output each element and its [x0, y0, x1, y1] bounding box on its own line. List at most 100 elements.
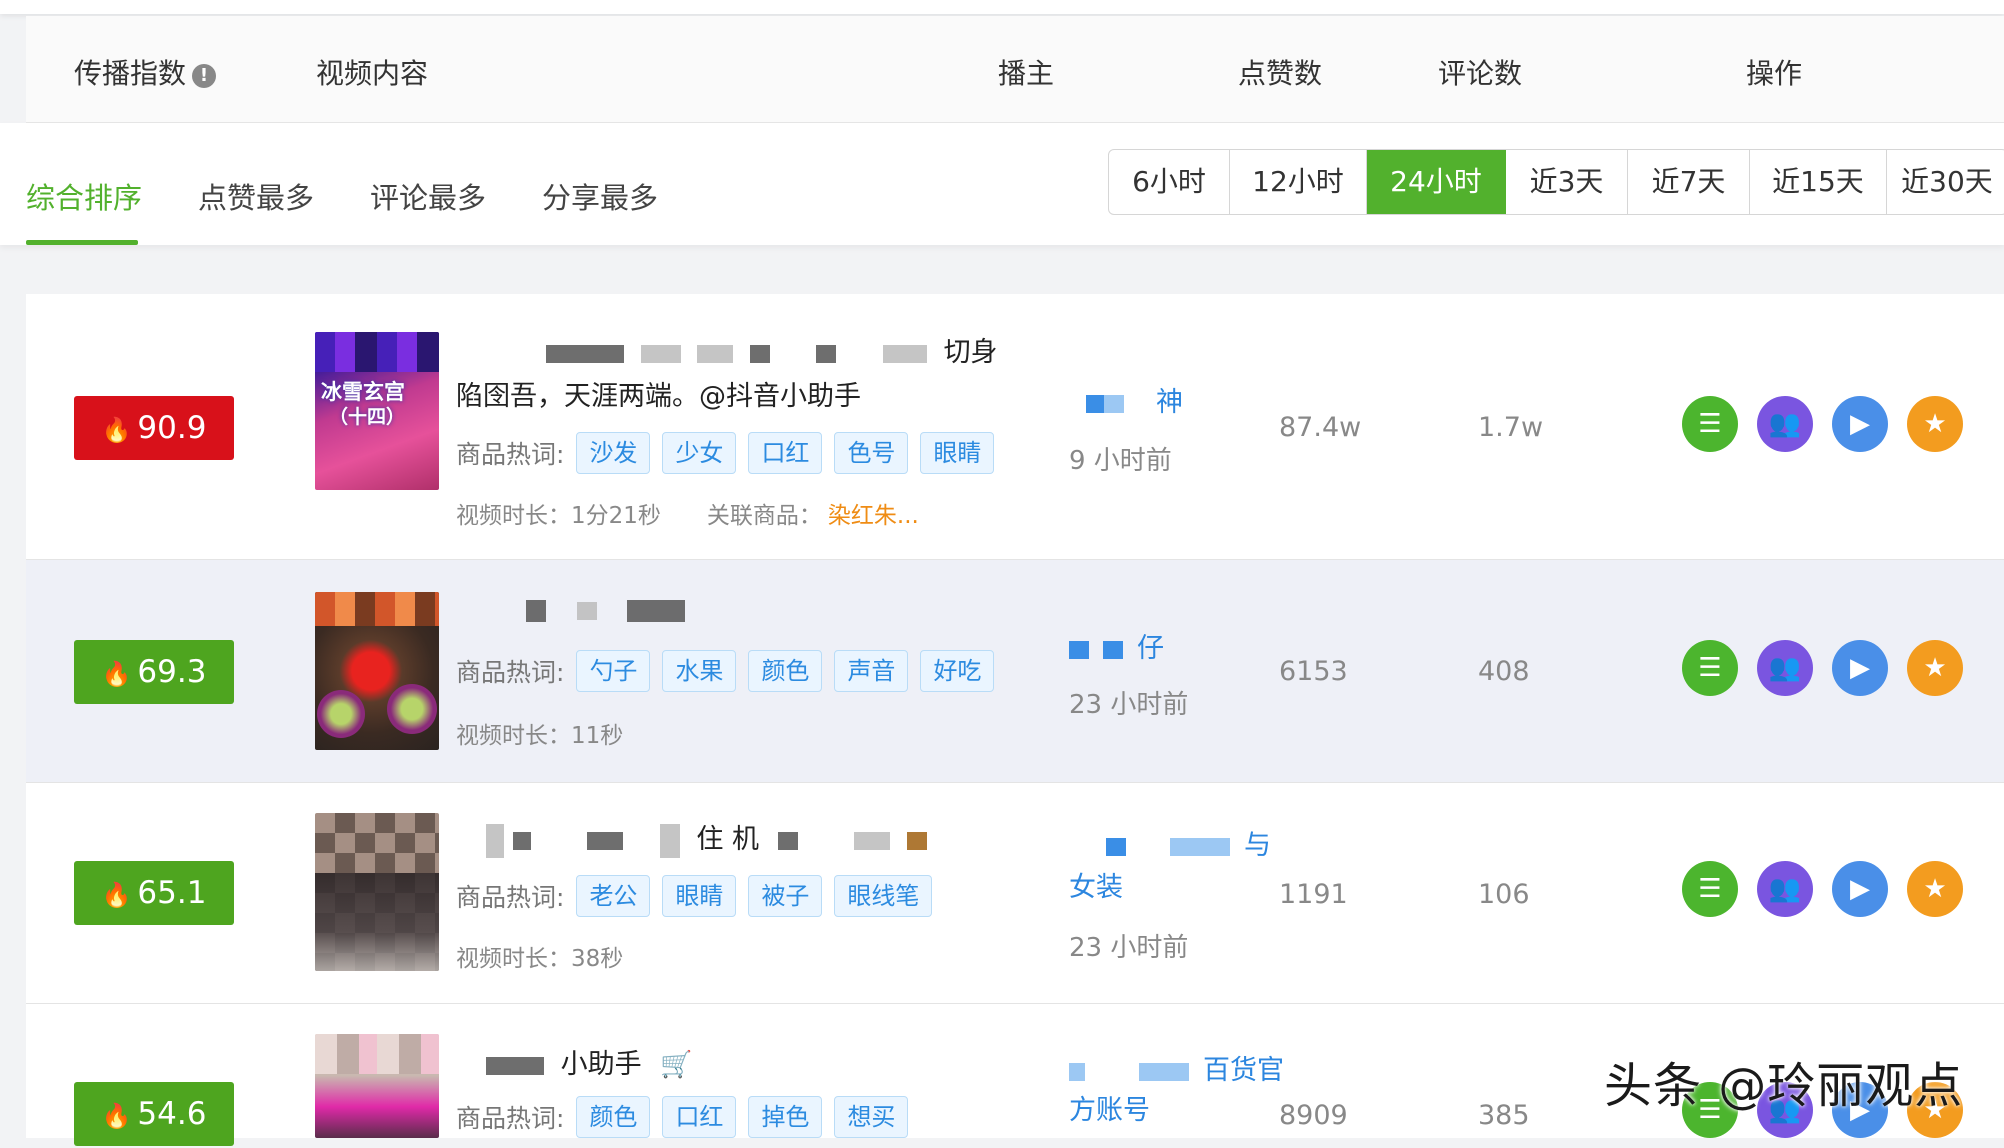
- anchor-name[interactable]: 百货官: [1069, 1048, 1284, 1087]
- post-time: 23 小时前: [1069, 690, 1189, 720]
- play-icon[interactable]: ▶: [1832, 640, 1888, 696]
- comment-count: 1.7w: [1478, 412, 1544, 443]
- users-icon[interactable]: 👥: [1757, 861, 1813, 917]
- watermark: 头条 @玲丽观点: [1604, 1058, 1964, 1114]
- tab-comprehensive[interactable]: 综合排序: [26, 175, 142, 217]
- video-thumbnail[interactable]: [315, 1034, 439, 1138]
- thumbnail-caption-sub: （十四）: [329, 406, 406, 428]
- keyword-tag[interactable]: 眼睛: [920, 432, 995, 474]
- anchor-name-line2[interactable]: 女装: [1069, 865, 1123, 904]
- video-title-fragment: 小助手: [560, 1049, 642, 1080]
- time-filter-3d[interactable]: 近3天: [1506, 150, 1628, 214]
- users-icon[interactable]: 👥: [1757, 396, 1813, 452]
- tab-most-shares[interactable]: 分享最多: [542, 175, 658, 217]
- tab-most-comments[interactable]: 评论最多: [370, 175, 486, 217]
- spread-index-badge: 🔥 65.1: [74, 861, 234, 925]
- exclamation-icon[interactable]: !: [192, 64, 217, 88]
- time-filter-7d[interactable]: 近7天: [1628, 150, 1750, 214]
- keyword-tag[interactable]: 颜色: [576, 1096, 651, 1138]
- keyword-tag[interactable]: 少女: [662, 432, 737, 474]
- redacted-text: [1106, 837, 1126, 856]
- list-icon[interactable]: ☰: [1682, 396, 1738, 452]
- keyword-tag[interactable]: 老公: [576, 875, 651, 917]
- anchor-name-text: 与: [1244, 830, 1271, 861]
- video-thumbnail[interactable]: 冰雪玄宫 （十四）: [315, 332, 439, 490]
- video-thumbnail[interactable]: [315, 592, 439, 750]
- related-goods-link[interactable]: 染红朱...: [828, 503, 919, 529]
- redacted-text: [486, 823, 504, 858]
- anchor-name-text: 百货官: [1203, 1055, 1284, 1086]
- fire-icon: 🔥: [101, 416, 132, 444]
- list-icon[interactable]: ☰: [1682, 640, 1738, 696]
- spread-index-badge: 🔥 90.9: [74, 396, 234, 460]
- redacted-text: [627, 599, 686, 622]
- anchor-name-line2[interactable]: 方账号: [1069, 1088, 1150, 1127]
- top-edge: [0, 0, 2004, 14]
- time-filter-15d[interactable]: 近15天: [1750, 150, 1887, 214]
- table-header: 传播指数! 视频内容 播主 点赞数 评论数 操作: [26, 16, 2004, 123]
- like-count: 6153: [1279, 656, 1348, 687]
- video-title-line1[interactable]: [526, 594, 693, 625]
- redacted-text: [697, 344, 734, 363]
- video-title-line1[interactable]: 住 机: [486, 817, 935, 858]
- table-row: 🔥 65.1 住 机 商品热词: 老公 眼睛 被子 眼线笔 视频时长：38秒 与 …: [26, 783, 2004, 1004]
- redacted-text: [777, 831, 798, 850]
- tab-most-likes[interactable]: 点赞最多: [198, 175, 314, 217]
- row-actions: ☰ 👥 ▶ ★: [1682, 640, 1963, 696]
- keyword-tag[interactable]: 声音: [834, 650, 909, 692]
- keyword-tag[interactable]: 眼线笔: [834, 875, 933, 917]
- time-filter-30d[interactable]: 近30天: [1887, 150, 2004, 214]
- users-icon[interactable]: 👥: [1757, 640, 1813, 696]
- video-duration: 视频时长：11秒: [456, 723, 624, 749]
- video-title-line1[interactable]: 切身: [546, 330, 998, 369]
- list-icon[interactable]: ☰: [1682, 861, 1738, 917]
- keyword-tag[interactable]: 被子: [748, 875, 823, 917]
- keyword-tag[interactable]: 想买: [834, 1096, 909, 1138]
- keyword-label: 商品热词:: [456, 440, 565, 469]
- keyword-tag[interactable]: 水果: [662, 650, 737, 692]
- video-duration: 视频时长：1分21秒: [456, 503, 661, 529]
- redacted-text: [1139, 1062, 1189, 1081]
- keyword-tag[interactable]: 口红: [748, 432, 823, 474]
- anchor-name[interactable]: 仔: [1069, 626, 1164, 665]
- fire-icon: 🔥: [101, 881, 132, 909]
- keyword-tag[interactable]: 沙发: [576, 432, 651, 474]
- star-icon[interactable]: ★: [1907, 396, 1963, 452]
- keyword-tag[interactable]: 掉色: [748, 1096, 823, 1138]
- comment-count: 408: [1478, 656, 1530, 687]
- anchor-name-text: 仔: [1137, 633, 1164, 664]
- fire-icon: 🔥: [101, 660, 132, 688]
- redacted-text: [906, 831, 927, 850]
- keyword-tag[interactable]: 好吃: [920, 650, 995, 692]
- keyword-tag[interactable]: 勺子: [576, 650, 651, 692]
- fire-icon: 🔥: [101, 1102, 132, 1130]
- keyword-tag[interactable]: 色号: [834, 432, 909, 474]
- header-actions: 操作: [1746, 57, 1803, 90]
- spread-index-value: 69.3: [137, 654, 207, 690]
- star-icon[interactable]: ★: [1907, 861, 1963, 917]
- time-filter-12h[interactable]: 12小时: [1230, 150, 1367, 214]
- cart-icon[interactable]: 🛒: [660, 1050, 692, 1080]
- star-icon[interactable]: ★: [1907, 640, 1963, 696]
- video-thumbnail[interactable]: [315, 813, 439, 971]
- anchor-name-text: 神: [1156, 387, 1183, 418]
- time-filter-6h[interactable]: 6小时: [1109, 150, 1230, 214]
- anchor-name[interactable]: 与: [1106, 823, 1271, 862]
- redacted-text: [640, 344, 681, 363]
- video-title-line1[interactable]: 小助手 🛒: [486, 1042, 693, 1081]
- spread-index-value: 54.6: [137, 1096, 207, 1132]
- video-title-line2[interactable]: 陷囹吾，天涯两端。@抖音小助手: [456, 374, 861, 413]
- keyword-tag[interactable]: 口红: [662, 1096, 737, 1138]
- keyword-tag[interactable]: 眼睛: [662, 875, 737, 917]
- video-duration: 视频时长：38秒: [456, 946, 624, 972]
- keyword-tag[interactable]: 颜色: [748, 650, 823, 692]
- spread-index-value: 90.9: [137, 410, 207, 446]
- redacted-text: [1069, 1062, 1085, 1081]
- related-goods-label: 关联商品：: [706, 503, 822, 529]
- redacted-text: [816, 344, 837, 363]
- time-filter-24h[interactable]: 24小时: [1367, 150, 1506, 214]
- play-icon[interactable]: ▶: [1832, 861, 1888, 917]
- video-title-fragment: 住 机: [696, 824, 759, 855]
- anchor-name[interactable]: 神: [1086, 380, 1183, 419]
- play-icon[interactable]: ▶: [1832, 396, 1888, 452]
